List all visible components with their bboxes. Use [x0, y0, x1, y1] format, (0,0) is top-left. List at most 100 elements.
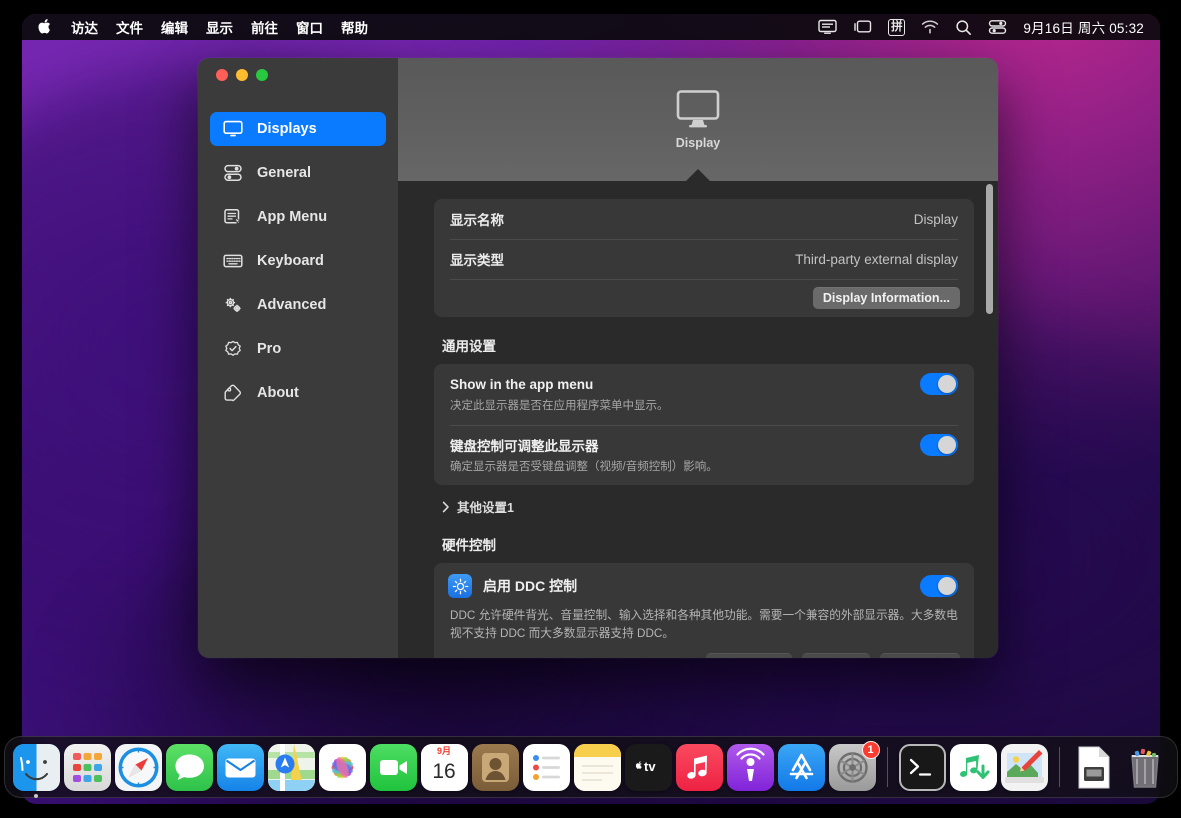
calendar-day: 16 [432, 760, 456, 783]
menu-item-go[interactable]: 前往 [251, 17, 278, 37]
other-settings-disclosure[interactable]: 其他设置1 [442, 497, 974, 516]
table-row: 显示类型 Third-party external display [434, 239, 974, 279]
toggle-knob [938, 435, 956, 454]
sidebar-item-advanced[interactable]: Advanced [210, 288, 386, 322]
dock-item-contacts[interactable] [471, 743, 519, 791]
keyboard-control-toggle[interactable] [920, 433, 958, 456]
apple-logo-icon[interactable] [38, 18, 53, 35]
dock-item-photos[interactable] [318, 743, 366, 791]
dock-item-document[interactable] [1071, 744, 1118, 791]
setting-row-top: Show in the app menu [450, 373, 958, 395]
sidebar-item-displays[interactable]: Displays [210, 112, 386, 146]
maps-icon [267, 743, 315, 791]
ddc-features-button[interactable]: DDC 功能... [705, 652, 792, 658]
dock-item-mail[interactable] [216, 743, 264, 791]
preview-icon [1000, 743, 1048, 791]
dock-item-system-settings[interactable]: 1 [828, 740, 880, 791]
table-row: 显示名称 Display [434, 199, 974, 239]
menu-bar-left: 访达 文件 编辑 显示 前往 窗口 帮助 [22, 17, 368, 37]
dock-item-preview[interactable] [1000, 743, 1048, 791]
menu-bar: 访达 文件 编辑 显示 前往 窗口 帮助 拼 9月16日 周六 05:32 [22, 14, 1160, 40]
badge-check-icon [222, 339, 244, 359]
screen: 访达 文件 编辑 显示 前往 窗口 帮助 拼 9月16日 周六 05:32 Di… [0, 0, 1181, 818]
wifi-icon[interactable] [921, 19, 939, 35]
facetime-icon [369, 743, 417, 791]
toggle-knob [938, 577, 956, 596]
dock-item-music-downloader[interactable] [949, 743, 997, 791]
sidebar-list: Displays General App Menu Keyboard Advan… [210, 112, 386, 410]
menu-item-window[interactable]: 窗口 [296, 17, 323, 37]
display-settings-window: Displays General App Menu Keyboard Advan… [198, 58, 998, 658]
setting-title: Show in the app menu [450, 376, 594, 392]
appletv-icon: tv [624, 743, 672, 791]
menu-item-finder[interactable]: 访达 [71, 17, 98, 37]
display-information-button[interactable]: Display Information... [812, 287, 960, 309]
app-menu-icon [222, 207, 244, 227]
display-header[interactable]: Display [398, 58, 998, 181]
dock-item-notes[interactable] [573, 743, 621, 791]
dock-item-reminders[interactable] [522, 743, 570, 791]
control-center-icon[interactable] [988, 19, 1007, 35]
dock-item-calendar[interactable]: 9月 16 [420, 743, 468, 791]
display-info-card: 显示名称 Display 显示类型 Third-party external d… [434, 199, 974, 317]
display-header-label: Display [675, 136, 721, 150]
menu-item-file[interactable]: 文件 [116, 17, 143, 37]
dock-item-music[interactable] [675, 743, 723, 791]
ddc-header-row: 启用 DDC 控制 [434, 563, 974, 599]
minimize-button[interactable] [236, 69, 248, 81]
podcasts-icon [726, 743, 774, 791]
scrollbar-thumb[interactable] [986, 184, 993, 314]
show-in-app-menu-toggle[interactable] [920, 373, 958, 395]
dock-item-appletv[interactable]: tv [624, 743, 672, 791]
notes-icon [573, 743, 621, 791]
menu-bar-clock[interactable]: 9月16日 周六 05:32 [1023, 17, 1144, 37]
menu-item-help[interactable]: 帮助 [341, 17, 368, 37]
dock-item-maps[interactable] [267, 743, 315, 791]
dock-item-terminal[interactable] [898, 743, 946, 791]
dock-separator [1058, 747, 1060, 787]
sidebar-item-label: Pro [257, 341, 282, 357]
dock-item-finder[interactable] [12, 743, 60, 798]
row-label: 显示名称 [450, 213, 504, 228]
volume-control-button[interactable]: 音量控制... [879, 652, 960, 658]
close-button[interactable] [216, 69, 228, 81]
spotlight-search-icon[interactable] [955, 19, 972, 36]
settings-scroll-area: 显示名称 Display 显示类型 Third-party external d… [398, 181, 998, 658]
stage-manager-icon[interactable] [853, 19, 872, 35]
menu-item-edit[interactable]: 编辑 [161, 17, 188, 37]
status-badge: 1 [861, 740, 880, 759]
setting-title: 键盘控制可调整此显示器 [450, 438, 599, 454]
dock-item-appstore[interactable] [777, 743, 825, 791]
sidebar-item-general[interactable]: General [210, 156, 386, 190]
finder-icon [12, 743, 60, 791]
sidebar-item-keyboard[interactable]: Keyboard [210, 244, 386, 278]
ddc-enable-toggle[interactable] [920, 575, 958, 598]
general-section-title: 通用设置 [442, 339, 496, 354]
dock-item-podcasts[interactable] [726, 743, 774, 791]
sidebar-item-app-menu[interactable]: App Menu [210, 200, 386, 234]
messages-icon [165, 743, 213, 791]
ddc-title: 启用 DDC 控制 [483, 578, 578, 595]
dock-item-launchpad[interactable] [63, 743, 111, 791]
dock-item-trash[interactable] [1122, 744, 1169, 791]
document-icon [1071, 744, 1118, 791]
dock-item-safari[interactable] [114, 743, 162, 791]
sidebar-item-pro[interactable]: Pro [210, 332, 386, 366]
brightness-ddc-icon [448, 574, 472, 599]
dock-item-facetime[interactable] [369, 743, 417, 791]
mail-icon [216, 743, 264, 791]
input-source-button[interactable]: 输入源... [801, 652, 870, 658]
input-source-pinyin-icon[interactable]: 拼 [888, 18, 906, 36]
sidebar-item-label: Keyboard [257, 253, 324, 269]
sidebar-item-about[interactable]: About [210, 376, 386, 410]
ddc-button-row: DDC 功能... 输入源... 音量控制... [434, 644, 974, 658]
dock-item-messages[interactable] [165, 743, 213, 791]
screen-mirroring-icon[interactable] [818, 19, 838, 35]
svg-text:tv: tv [644, 759, 656, 774]
zoom-button[interactable] [256, 69, 268, 81]
display-icon [222, 119, 244, 139]
menu-item-view[interactable]: 显示 [206, 17, 233, 37]
keyboard-icon [222, 251, 244, 271]
sidebar-item-label: General [257, 165, 311, 181]
dock: 9月 16 tv 1 [3, 736, 1178, 798]
